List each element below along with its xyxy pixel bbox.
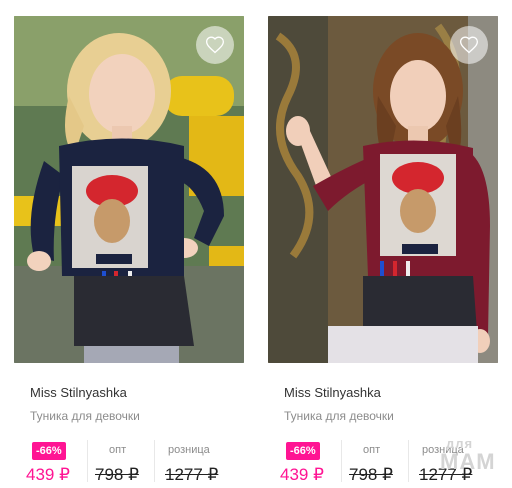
price-divider <box>87 440 88 482</box>
price-divider <box>154 440 155 482</box>
price-divider <box>341 440 342 482</box>
heart-icon <box>459 36 479 54</box>
wholesale-price: 798 ₽ <box>349 465 393 484</box>
price-divider <box>408 440 409 482</box>
retail-price: 1277 ₽ <box>165 465 219 484</box>
product-brand[interactable]: Miss Stilnyashka <box>30 385 127 400</box>
discount-badge: -66% <box>32 442 66 460</box>
product-image <box>14 16 244 363</box>
product-type[interactable]: Туника для девочки <box>284 409 394 423</box>
product-type[interactable]: Туника для девочки <box>30 409 140 423</box>
wholesale-label: опт <box>109 444 127 456</box>
watermark-bottom-text: МАМ <box>440 449 496 474</box>
current-price: 439 ₽ <box>26 465 70 484</box>
discount-badge: -66% <box>286 442 320 460</box>
wholesale-price: 798 ₽ <box>95 465 139 484</box>
product-image <box>268 16 498 363</box>
current-price: 439 ₽ <box>280 465 324 484</box>
retail-label: розница <box>168 444 210 456</box>
product-photo[interactable] <box>14 16 244 363</box>
favorite-button[interactable] <box>450 26 488 64</box>
product-brand[interactable]: Miss Stilnyashka <box>284 385 381 400</box>
wholesale-label: опт <box>363 444 381 456</box>
favorite-button[interactable] <box>196 26 234 64</box>
site-watermark: для МАМ <box>440 436 502 478</box>
heart-icon <box>205 36 225 54</box>
product-card[interactable]: Miss Stilnyashka Туника для девочки -66%… <box>14 16 244 488</box>
product-photo[interactable] <box>268 16 498 363</box>
product-card[interactable]: Miss Stilnyashka Туника для девочки -66%… <box>268 16 498 488</box>
